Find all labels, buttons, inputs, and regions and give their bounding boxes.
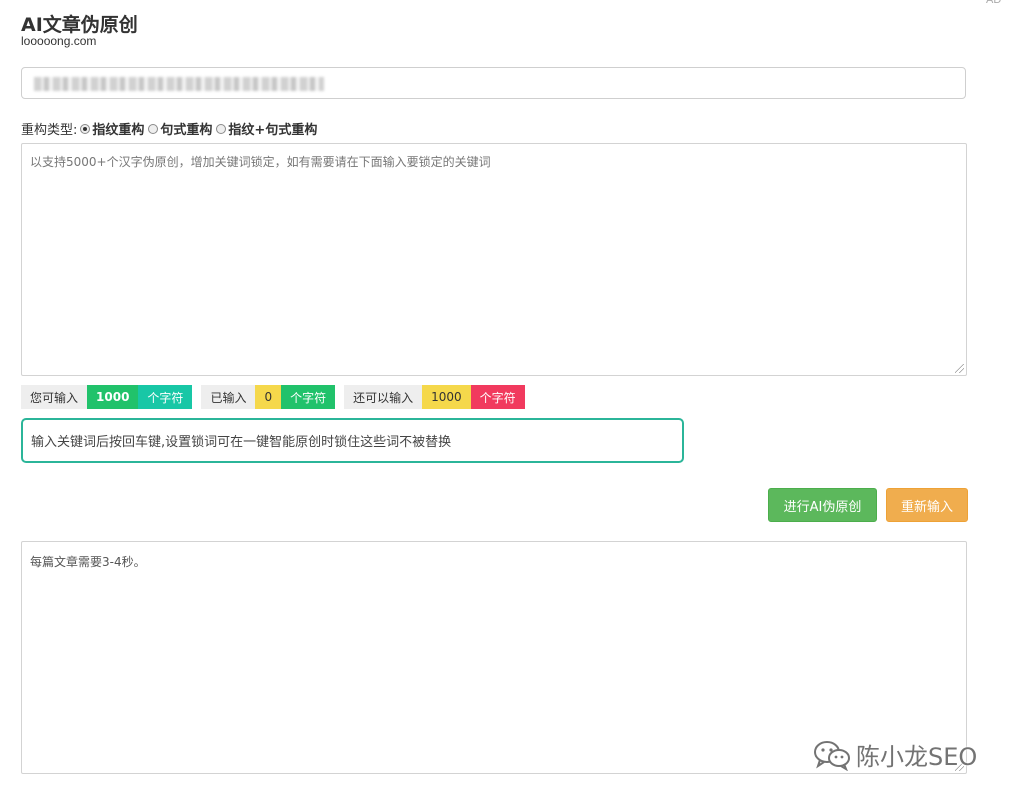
source-textarea-placeholder: 以支持5000+个汉字伪原创，增加关键词锁定，如有需要请在下面输入要锁定的关键词 xyxy=(30,155,491,169)
counter-label: 已输入 xyxy=(201,385,256,409)
author-watermark: 陈小龙SEO xyxy=(812,737,977,772)
counter-unit: 个字符 xyxy=(138,385,193,409)
counter-label: 您可输入 xyxy=(21,385,88,409)
counter-remaining: 还可以输入 1000 个字符 xyxy=(344,385,525,409)
radio-fingerprint-sentence[interactable]: 指纹+句式重构 xyxy=(216,119,317,138)
site-domain: looooong.com xyxy=(21,34,97,48)
restructure-type-label: 重构类型: xyxy=(21,123,78,138)
resize-handle-icon[interactable] xyxy=(955,364,964,373)
counter-value: 1000 xyxy=(87,385,139,409)
blurred-url-text xyxy=(34,77,324,91)
start-rewrite-button[interactable]: 进行AI伪原创 xyxy=(768,488,877,522)
radio-fingerprint-label: 指纹重构 xyxy=(92,123,145,138)
counter-unit: 个字符 xyxy=(470,385,525,409)
wechat-icon xyxy=(814,740,850,771)
counter-value: 1000 xyxy=(422,385,471,409)
restructure-type-row: 重构类型: 指纹重构 句式重构 指纹+句式重构 xyxy=(21,119,321,138)
watermark-text: 陈小龙SEO xyxy=(856,743,978,771)
radio-sentence-label: 句式重构 xyxy=(160,123,213,138)
character-counters: 您可输入 1000 个字符 已输入 0 个字符 还可以输入 1000 个字符 xyxy=(21,385,534,409)
url-input[interactable] xyxy=(21,67,966,99)
radio-button-selected[interactable] xyxy=(80,123,91,134)
page-title: AI文章伪原创 xyxy=(21,14,138,36)
ad-label: AD xyxy=(986,0,1002,6)
counter-entered: 已输入 0 个字符 xyxy=(201,385,336,409)
radio-fingerprint[interactable]: 指纹重构 xyxy=(80,119,144,138)
reset-button[interactable]: 重新输入 xyxy=(886,488,968,522)
radio-sentence[interactable]: 句式重构 xyxy=(148,119,212,138)
counter-value: 0 xyxy=(255,385,282,409)
counter-label: 还可以输入 xyxy=(344,385,423,409)
output-text: 每篇文章需要3-4秒。 xyxy=(30,555,146,569)
counter-can-input: 您可输入 1000 个字符 xyxy=(21,385,193,409)
source-textarea[interactable]: 以支持5000+个汉字伪原创，增加关键词锁定，如有需要请在下面输入要锁定的关键词 xyxy=(21,143,967,376)
counter-unit: 个字符 xyxy=(281,385,336,409)
radio-button[interactable] xyxy=(148,123,159,134)
keyword-lock-input[interactable]: 输入关键词后按回车键,设置锁词可在一键智能原创时锁住这些词不被替换 xyxy=(21,418,684,463)
keyword-input-placeholder: 输入关键词后按回车键,设置锁词可在一键智能原创时锁住这些词不被替换 xyxy=(31,435,452,450)
radio-button[interactable] xyxy=(216,123,227,134)
radio-fingerprint-sentence-label: 指纹+句式重构 xyxy=(228,123,318,138)
